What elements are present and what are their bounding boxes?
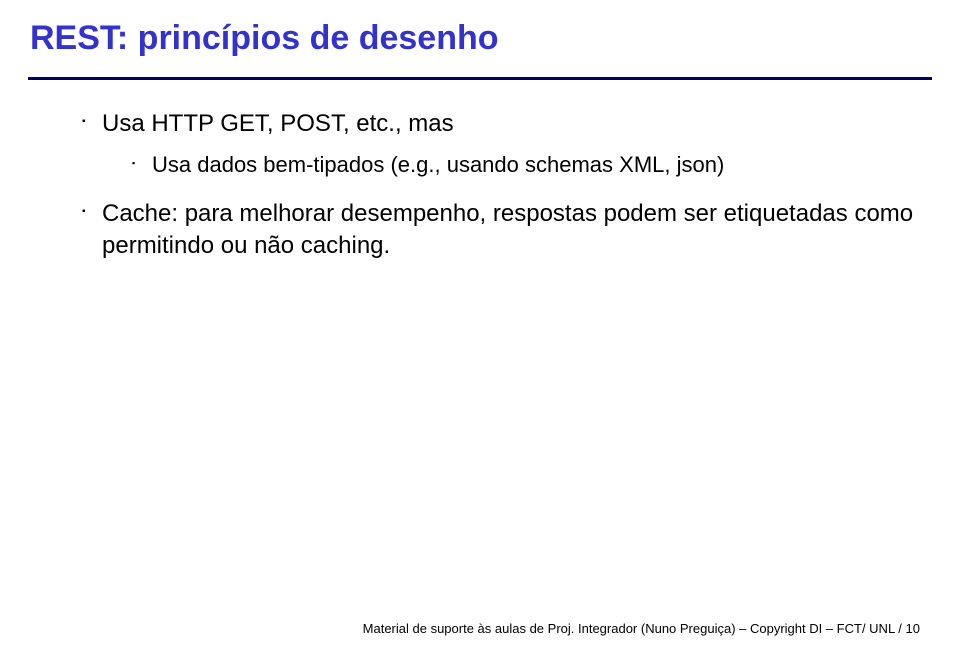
footer-text: Material de suporte às aulas de Proj. In…	[363, 621, 920, 636]
title-divider	[28, 77, 932, 80]
sub-bullet-item: Usa dados bem-tipados (e.g., usando sche…	[132, 150, 930, 180]
bullet-item: Cache: para melhorar desempenho, respost…	[82, 198, 930, 263]
bullet-text: Usa dados bem-tipados (e.g., usando sche…	[152, 152, 724, 177]
slide-content: Usa HTTP GET, POST, etc., mas Usa dados …	[30, 108, 930, 263]
bullet-text: Usa HTTP GET, POST, etc., mas	[102, 110, 454, 137]
bullet-text: Cache: para melhorar desempenho, respost…	[102, 200, 913, 259]
bullet-item: Usa HTTP GET, POST, etc., mas Usa dados …	[82, 108, 930, 180]
slide: REST: princípios de desenho Usa HTTP GET…	[0, 0, 960, 662]
slide-title: REST: princípios de desenho	[30, 18, 930, 59]
